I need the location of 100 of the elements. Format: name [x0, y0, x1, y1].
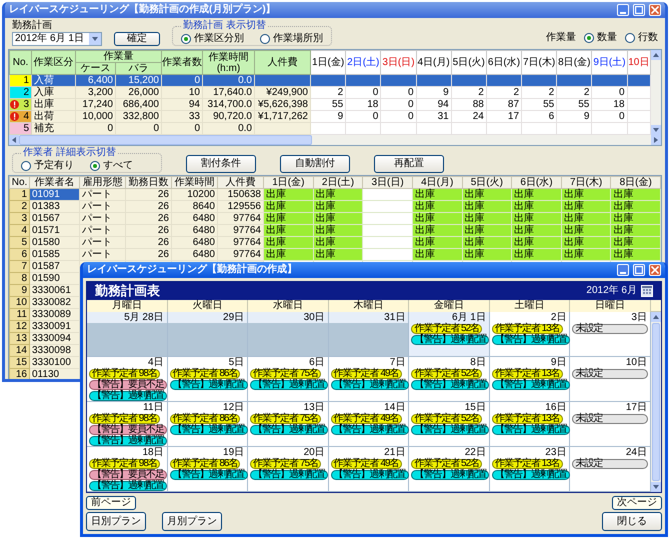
scroll-up-button[interactable] — [651, 50, 661, 60]
schedule-tag[interactable]: 【警告】過剰配置 — [250, 380, 328, 390]
day-cell[interactable]: 16日 作業予定者 13名 【警告】過剰配置 — [490, 402, 570, 447]
table-row[interactable]: 3 出庫 17,240 686,400 94 314,700.0 ¥5,626,398 55 18 0 94 88 87 55 55 18 — [10, 98, 650, 110]
table-row[interactable]: 1 入荷 6,400 15,200 0 0.0 — [10, 74, 650, 86]
schedule-tag[interactable]: 【警告】過剰配置 — [492, 425, 570, 435]
schedule-tag[interactable]: 【警告】過剰配置 — [492, 335, 570, 345]
table-cell[interactable]: 3330089 — [30, 308, 80, 320]
schedule-tag[interactable]: 作業予定者 52名 — [411, 324, 482, 334]
schedule-tag[interactable]: 【警告】過剰配置 — [170, 425, 248, 435]
radio-label[interactable]: 作業区分別 — [194, 33, 244, 45]
schedule-tag[interactable]: 【警告】過剰配置 — [89, 436, 167, 446]
status-tag[interactable]: 未設定 — [572, 459, 648, 469]
radio-label[interactable]: 数量 — [597, 32, 617, 44]
close-button[interactable] — [649, 4, 661, 16]
scroll-left-button[interactable] — [9, 135, 19, 145]
schedule-tag[interactable]: 【警告】過剰配置 — [89, 391, 167, 401]
day-cell[interactable]: 24日 未設定 — [570, 447, 651, 492]
calendar-button[interactable] — [641, 285, 653, 297]
vertical-scrollbar[interactable] — [651, 50, 661, 135]
scroll-thumb[interactable] — [652, 323, 660, 481]
schedule-tag[interactable]: 【警告】過剰配置 — [411, 335, 490, 345]
schedule-tag[interactable]: 【警告】過剰配置 — [411, 470, 490, 480]
button[interactable]: 次ページ — [612, 496, 662, 510]
minimize-button[interactable] — [617, 264, 629, 276]
radio-button[interactable] — [260, 34, 270, 44]
schedule-tag[interactable]: 作業予定者 98名 — [89, 459, 160, 469]
schedule-tag[interactable]: 作業予定者 13名 — [492, 324, 563, 334]
day-cell[interactable]: 2日 作業予定者 13名 【警告】過剰配置 — [490, 312, 570, 357]
schedule-tag[interactable]: 作業予定者 13名 — [492, 414, 563, 424]
schedule-tag[interactable]: 作業予定者 86名 — [170, 459, 240, 469]
schedule-tag[interactable]: 作業予定者 49名 — [330, 414, 402, 424]
button[interactable]: 閉じる — [602, 512, 662, 531]
schedule-tag[interactable]: 作業予定者 98名 — [89, 369, 160, 379]
schedule-tag[interactable]: 【警告】過剰配置 — [492, 380, 570, 390]
schedule-tag[interactable]: 作業予定者 52名 — [411, 459, 482, 469]
day-cell[interactable]: 14日 作業予定者 49名 【警告】過剰配置 — [328, 402, 410, 447]
table-row[interactable]: 5 補充 0 0 0 0.0 — [10, 122, 650, 134]
schedule-tag[interactable]: 作業予定者 98名 — [89, 414, 160, 424]
table-cell[interactable]: 3330082 — [30, 296, 80, 308]
table-cell[interactable]: 01585 — [30, 248, 80, 260]
scroll-right-button[interactable] — [651, 135, 661, 145]
button[interactable]: 再配置 — [374, 155, 444, 173]
table-cell[interactable]: 3330091 — [30, 320, 80, 332]
radio-label[interactable]: 作業場所別 — [273, 33, 323, 45]
schedule-tag[interactable]: 作業予定者 86名 — [170, 369, 240, 379]
radio-button[interactable] — [181, 34, 191, 44]
schedule-tag[interactable]: 【警告】過剰配置 — [89, 481, 167, 491]
schedule-tag[interactable]: 【警告】過剰配置 — [411, 425, 490, 435]
schedule-tag[interactable]: 【警告】過剰配置 — [250, 470, 328, 480]
schedule-tag[interactable]: 【警告】過剰配置 — [330, 425, 409, 435]
day-cell[interactable]: 23日 作業予定者 13名 【警告】過剰配置 — [490, 447, 570, 492]
table-cell[interactable]: 3330100 — [30, 356, 80, 368]
day-cell[interactable]: 6日 作業予定者 75名 【警告】過剰配置 — [248, 357, 329, 402]
schedule-tag[interactable]: 【警告】過剰配置 — [170, 470, 248, 480]
day-cell[interactable]: 3日 未設定 — [570, 312, 651, 357]
maximize-button[interactable] — [633, 4, 645, 16]
button[interactable]: 割付条件 — [186, 155, 256, 173]
day-cell[interactable]: 12日 作業予定者 86名 【警告】過剰配置 — [168, 402, 248, 447]
day-cell[interactable]: 9日 作業予定者 13名 【警告】過剰配置 — [490, 357, 570, 402]
button[interactable]: 自動割付 — [280, 155, 350, 173]
table-cell[interactable]: 01587 — [30, 260, 80, 272]
button[interactable]: 確定 — [114, 32, 160, 46]
schedule-tag[interactable]: 【警告】過剰配置 — [250, 425, 328, 435]
day-cell[interactable]: 15日 作業予定者 52名 【警告】過剰配置 — [409, 402, 490, 447]
day-cell[interactable]: 20日 作業予定者 75名 【警告】過剰配置 — [248, 447, 329, 492]
schedule-tag[interactable]: 作業予定者 75名 — [250, 369, 322, 379]
dropdown-button[interactable] — [89, 33, 101, 45]
day-cell[interactable]: 11日 作業予定者 98名 【警告】要員不足 【警告】過剰配置 — [87, 402, 168, 447]
status-tag[interactable]: 未設定 — [572, 369, 648, 379]
radio-button[interactable] — [90, 161, 100, 171]
day-cell[interactable]: 5月 28日 — [87, 312, 168, 357]
close-button[interactable] — [649, 264, 661, 276]
scroll-down-button[interactable] — [651, 125, 661, 135]
radio-label[interactable]: すべて — [103, 160, 133, 172]
maximize-button[interactable] — [633, 264, 645, 276]
schedule-tag[interactable]: 作業予定者 86名 — [170, 414, 240, 424]
schedule-tag[interactable]: 【警告】要員不足 — [89, 470, 167, 480]
schedule-tag[interactable]: 作業予定者 49名 — [330, 369, 402, 379]
schedule-tag[interactable]: 【警告】過剰配置 — [330, 380, 409, 390]
radio-button[interactable] — [625, 33, 635, 43]
table-cell[interactable]: 01383 — [30, 200, 80, 212]
status-tag[interactable]: 未設定 — [572, 414, 648, 424]
table-cell[interactable]: 3330094 — [30, 332, 80, 344]
minimize-button[interactable] — [617, 4, 629, 16]
schedule-tag[interactable]: 作業予定者 13名 — [492, 369, 563, 379]
schedule-tag[interactable]: 【警告】過剰配置 — [411, 380, 490, 390]
schedule-tag[interactable]: 【警告】過剰配置 — [170, 380, 248, 390]
table-cell[interactable]: 3330061 — [30, 284, 80, 296]
schedule-tag[interactable]: 作業予定者 52名 — [411, 414, 482, 424]
vertical-scrollbar[interactable] — [651, 312, 661, 492]
table-cell[interactable]: 01091 — [30, 188, 80, 200]
table-cell[interactable]: 01580 — [30, 236, 80, 248]
schedule-tag[interactable]: 【警告】過剰配置 — [330, 470, 409, 480]
day-cell[interactable]: 19日 作業予定者 86名 【警告】過剰配置 — [168, 447, 248, 492]
day-cell[interactable]: 17日 未設定 — [570, 402, 651, 447]
radio-button[interactable] — [21, 161, 31, 171]
status-tag[interactable]: 未設定 — [572, 324, 648, 334]
day-cell[interactable]: 6月 1日 作業予定者 52名 【警告】過剰配置 — [409, 312, 490, 357]
radio-label[interactable]: 予定有り — [34, 160, 74, 172]
